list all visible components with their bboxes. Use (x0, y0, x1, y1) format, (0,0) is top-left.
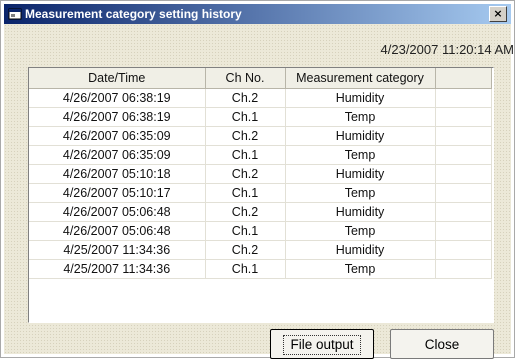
cell-datetime: 4/25/2007 11:34:36 (29, 259, 206, 279)
cell-category: Temp (285, 107, 436, 127)
column-header-empty[interactable] (435, 68, 492, 89)
cell-empty (435, 240, 492, 260)
cell-category: Humidity (285, 88, 436, 108)
table-header-row: Date/Time Ch No. Measurement category (29, 68, 492, 89)
cell-empty (435, 202, 492, 222)
cell-empty (435, 183, 492, 203)
cell-category: Temp (285, 183, 436, 203)
cell-channel: Ch.1 (205, 221, 286, 241)
cell-category: Humidity (285, 240, 436, 260)
cell-channel: Ch.1 (205, 145, 286, 165)
cell-empty (435, 164, 492, 184)
cell-category: Temp (285, 221, 436, 241)
cell-channel: Ch.1 (205, 107, 286, 127)
cell-empty (435, 107, 492, 127)
file-output-label: File output (283, 335, 361, 355)
column-header-channel[interactable]: Ch No. (205, 68, 286, 89)
cell-channel: Ch.1 (205, 183, 286, 203)
window-title: Measurement category setting history (25, 7, 242, 21)
cell-datetime: 4/26/2007 06:35:09 (29, 126, 206, 146)
close-button[interactable]: Close (390, 329, 494, 359)
current-timestamp: 4/23/2007 11:20:14 AM (380, 42, 514, 57)
cell-empty (435, 221, 492, 241)
cell-channel: Ch.1 (205, 259, 286, 279)
file-output-button[interactable]: File output (270, 329, 374, 359)
cell-category: Temp (285, 145, 436, 165)
table-row[interactable]: 4/26/2007 05:10:18 Ch.2 Humidity (29, 164, 492, 184)
column-header-category[interactable]: Measurement category (285, 68, 436, 89)
table-row[interactable]: 4/25/2007 11:34:36 Ch.1 Temp (29, 259, 492, 279)
table-row[interactable]: 4/25/2007 11:34:36 Ch.2 Humidity (29, 240, 492, 260)
cell-datetime: 4/26/2007 05:06:48 (29, 202, 206, 222)
table-row[interactable]: 4/26/2007 06:38:19 Ch.2 Humidity (29, 88, 492, 108)
cell-datetime: 4/26/2007 06:35:09 (29, 145, 206, 165)
column-header-datetime[interactable]: Date/Time (29, 68, 206, 89)
table-row[interactable]: 4/26/2007 06:38:19 Ch.1 Temp (29, 107, 492, 127)
cell-datetime: 4/26/2007 05:06:48 (29, 221, 206, 241)
cell-datetime: 4/26/2007 05:10:17 (29, 183, 206, 203)
cell-channel: Ch.2 (205, 88, 286, 108)
cell-empty (435, 145, 492, 165)
cell-category: Humidity (285, 202, 436, 222)
cell-channel: Ch.2 (205, 126, 286, 146)
dialog-body: 4/23/2007 11:20:14 AM Date/Time Ch No. M… (4, 24, 514, 359)
cell-empty (435, 259, 492, 279)
cell-empty (435, 88, 492, 108)
cell-channel: Ch.2 (205, 202, 286, 222)
table-row[interactable]: 4/26/2007 06:35:09 Ch.1 Temp (29, 145, 492, 165)
table-body: 4/26/2007 06:38:19 Ch.2 Humidity 4/26/20… (29, 88, 492, 279)
history-table[interactable]: Date/Time Ch No. Measurement category 4/… (28, 67, 494, 323)
cell-category: Humidity (285, 126, 436, 146)
title-bar[interactable]: Measurement category setting history × (4, 4, 511, 24)
cell-category: Temp (285, 259, 436, 279)
close-icon[interactable]: × (489, 6, 507, 22)
cell-datetime: 4/26/2007 06:38:19 (29, 107, 206, 127)
cell-datetime: 4/26/2007 06:38:19 (29, 88, 206, 108)
table-row[interactable]: 4/26/2007 06:35:09 Ch.2 Humidity (29, 126, 492, 146)
cell-datetime: 4/26/2007 05:10:18 (29, 164, 206, 184)
cell-datetime: 4/25/2007 11:34:36 (29, 240, 206, 260)
cell-channel: Ch.2 (205, 164, 286, 184)
app-window-icon (8, 8, 22, 20)
table-row[interactable]: 4/26/2007 05:06:48 Ch.1 Temp (29, 221, 492, 241)
table-row[interactable]: 4/26/2007 05:06:48 Ch.2 Humidity (29, 202, 492, 222)
cell-empty (435, 126, 492, 146)
cell-channel: Ch.2 (205, 240, 286, 260)
cell-category: Humidity (285, 164, 436, 184)
dialog-window: Measurement category setting history × 4… (0, 0, 515, 359)
table-row[interactable]: 4/26/2007 05:10:17 Ch.1 Temp (29, 183, 492, 203)
